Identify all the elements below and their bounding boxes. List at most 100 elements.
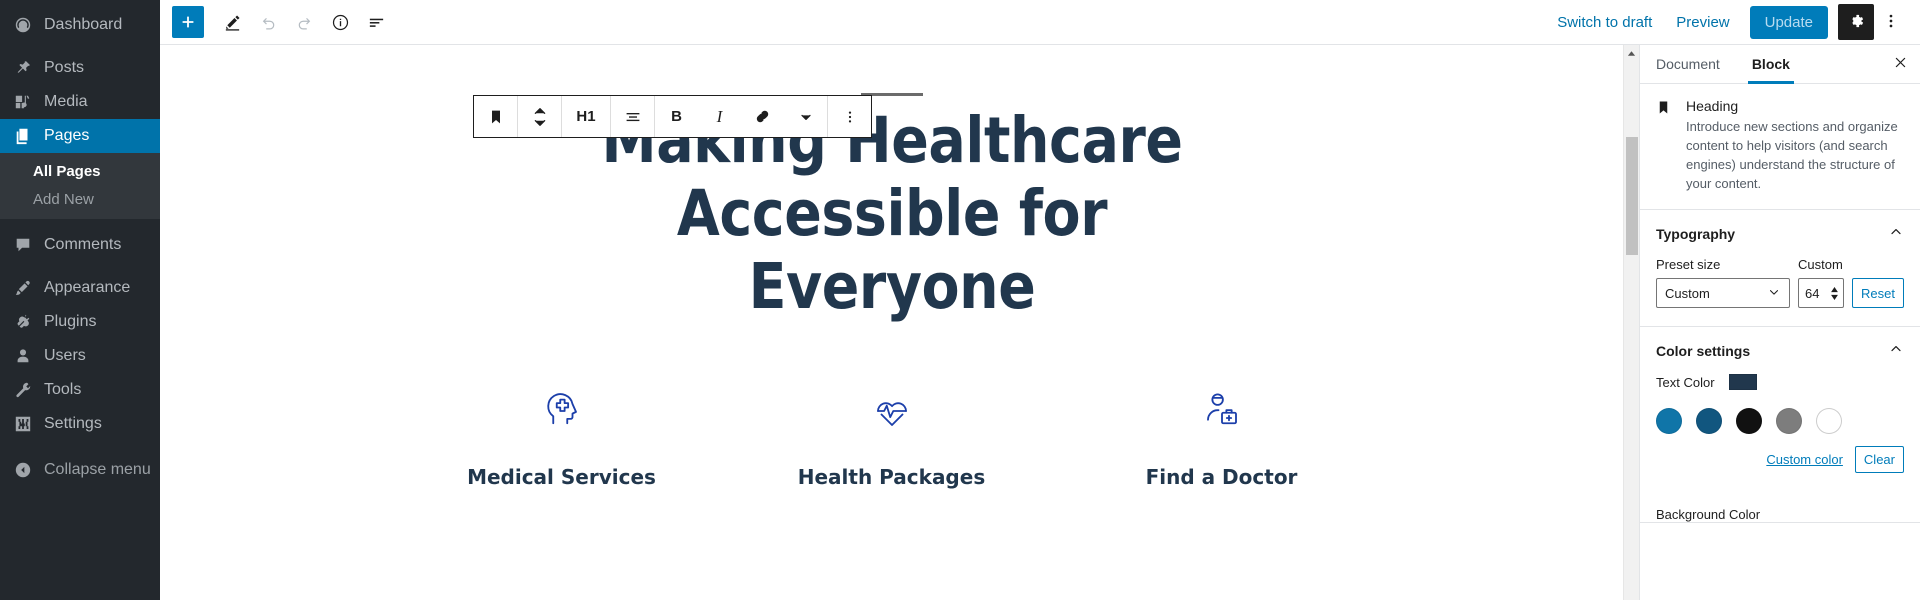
chevron-up-icon [1888,224,1904,243]
sidebar-submenu-pages: All Pages Add New [0,153,160,219]
palette-swatch-3[interactable] [1776,408,1802,435]
custom-color-link[interactable]: Custom color [1766,452,1843,467]
bold-button[interactable]: B [655,96,698,137]
preset-size-value: Custom [1665,285,1710,301]
sidebar-item-pages[interactable]: Pages [0,119,168,153]
sidebar-item-plugins[interactable]: Plugins [0,305,160,339]
dashboard-icon [11,16,35,34]
block-toolbar-group-move [518,96,562,137]
sidebar-item-settings[interactable]: Settings [0,407,160,441]
chevron-up-down-icon [532,105,548,129]
sidebar-item-add-new[interactable]: Add New [0,186,160,214]
sidebar-item-comments[interactable]: Comments [0,228,160,262]
block-inspector-sidebar: Document Block Heading Introduce new sec… [1639,45,1920,600]
sidebar-item-all-pages[interactable]: All Pages [0,158,160,186]
color-settings-panel-header[interactable]: Color settings [1640,327,1920,374]
editor-canvas-wrap: Making Healthcare Accessible for Everyon… [160,45,1623,600]
sidebar-item-users[interactable]: Users [0,339,160,373]
panel-title: Typography [1656,225,1736,242]
undo-icon [259,13,278,32]
feature-find-a-doctor[interactable]: Find a Doctor [1057,385,1387,489]
sidebar-item-tools[interactable]: Tools [0,373,160,407]
panel-title: Color settings [1656,342,1751,359]
tab-document[interactable]: Document [1640,45,1736,83]
sidebar-item-posts[interactable]: Posts [0,51,160,85]
comment-icon [11,236,35,254]
block-toolbar-group-type [474,96,518,137]
canvas-scrollbar[interactable] [1623,45,1639,600]
editor-body: Making Healthcare Accessible for Everyon… [160,45,1920,600]
submenu-label: Add New [33,191,94,208]
color-settings-panel: Color settings Text Color Custom color C… [1640,327,1920,524]
heart-pulse-icon [727,385,1057,437]
link-button[interactable] [741,96,784,137]
link-icon [754,108,771,125]
feature-label: Medical Services [467,465,656,490]
typography-panel-header[interactable]: Typography [1640,210,1920,257]
edit-mode-button[interactable] [214,4,250,40]
close-icon [1893,55,1908,73]
chevron-down-icon [798,109,814,125]
color-palette [1656,408,1904,435]
block-toolbar-group-format: B I [655,96,828,137]
custom-size-input[interactable]: 64 [1798,278,1845,309]
palette-swatch-2[interactable] [1736,408,1762,435]
scrollbar-thumb[interactable] [1626,137,1638,255]
settings-toggle-button[interactable] [1838,4,1874,40]
heading-level-button[interactable]: H1 [562,96,610,137]
typography-panel-body: Preset size Custom Custom 64 Reset [1640,257,1920,326]
palette-swatch-1[interactable] [1696,408,1722,435]
pencil-icon [223,13,242,32]
preset-size-field: Preset size Custom [1656,257,1791,309]
feature-medical-services[interactable]: Medical Services [397,385,727,489]
sidebar-item-dashboard[interactable]: Dashboard [0,8,160,42]
editor-header-right-tools: Switch to draft Preview Update [1545,4,1908,40]
block-type-button[interactable] [474,96,517,137]
more-rich-text-button[interactable] [784,96,827,137]
palette-swatch-4[interactable] [1816,408,1842,435]
collapse-menu-label: Collapse menu [44,461,151,478]
head-medical-cross-icon [397,385,727,437]
block-options-button[interactable] [828,96,871,137]
feature-health-packages[interactable]: Health Packages [727,385,1057,489]
editor-header-left-tools [172,4,394,40]
preview-button[interactable]: Preview [1664,14,1741,31]
custom-size-field: Custom 64 [1798,257,1845,309]
update-button[interactable]: Update [1749,5,1828,39]
switch-to-draft-button[interactable]: Switch to draft [1545,14,1664,31]
palette-swatch-0[interactable] [1656,408,1682,435]
undo-button[interactable] [250,4,286,40]
color-settings-panel-body: Text Color Custom color Clear [1640,374,1920,491]
sidebar-item-media[interactable]: Media [0,85,160,119]
scroll-up-arrow-icon[interactable] [1624,45,1639,62]
spinner-icon[interactable] [1830,286,1839,300]
sidebar-item-label: Appearance [44,279,131,296]
sidebar-divider [0,219,160,228]
gear-icon [1847,12,1865,33]
text-color-row: Text Color [1656,374,1904,391]
align-text-button[interactable] [611,96,654,137]
collapse-menu-button[interactable]: Collapse menu [0,453,160,487]
sidebar-item-label: Plugins [44,313,97,330]
sidebar-item-label: Posts [44,59,85,76]
editor-canvas[interactable]: Making Healthcare Accessible for Everyon… [160,45,1623,600]
sidebar-item-label: Comments [44,236,122,253]
chevron-up-icon [1888,341,1904,360]
info-icon [331,13,350,32]
reset-font-size-button[interactable]: Reset [1852,278,1904,309]
text-color-swatch[interactable] [1728,374,1757,391]
heading-bookmark-icon [488,109,504,125]
close-sidebar-button[interactable] [1880,45,1920,83]
preset-size-select[interactable]: Custom [1656,278,1791,309]
tab-block[interactable]: Block [1736,45,1806,84]
clear-color-button[interactable]: Clear [1854,446,1904,474]
more-options-button[interactable] [1874,4,1908,40]
list-view-button[interactable] [358,4,394,40]
font-size-controls: Preset size Custom Custom 64 Reset [1656,257,1904,309]
add-block-button[interactable] [172,6,204,38]
sidebar-item-appearance[interactable]: Appearance [0,271,160,305]
redo-button[interactable] [286,4,322,40]
move-up-down-button[interactable] [518,96,561,137]
italic-button[interactable]: I [698,96,741,137]
details-button[interactable] [322,4,358,40]
